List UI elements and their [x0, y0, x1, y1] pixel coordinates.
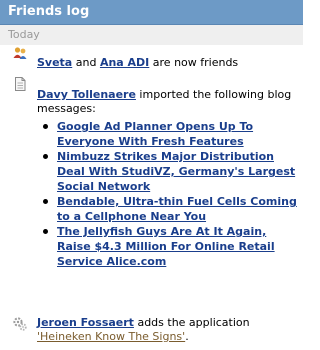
app-entry-end: .: [185, 330, 189, 343]
log-entry-friends: Sveta and Ana ADI are now friends: [0, 45, 303, 76]
app-entry-text: adds the application: [133, 316, 250, 329]
friend-entry-suffix: are now friends: [149, 56, 239, 69]
list-item: Nimbuzz Strikes Major Distribution Deal …: [43, 149, 297, 194]
log-entry-application: Jeroen Fossaert adds the application 'He…: [0, 316, 303, 344]
blog-message-link[interactable]: Nimbuzz Strikes Major Distribution Deal …: [57, 150, 295, 193]
user-link-sveta[interactable]: Sveta: [37, 56, 72, 69]
user-link-jeroen-fossaert[interactable]: Jeroen Fossaert: [37, 316, 134, 329]
list-item: The Jellyfish Guys Are At It Again, Rais…: [43, 224, 297, 269]
log-entry-blog-import: Davy Tollenaere imported the following b…: [0, 76, 303, 269]
blog-message-link[interactable]: Google Ad Planner Opens Up To Everyone W…: [57, 120, 253, 148]
blog-message-list: Google Ad Planner Opens Up To Everyone W…: [37, 119, 297, 269]
application-link[interactable]: 'Heineken Know The Signs': [37, 330, 185, 343]
blog-message-link[interactable]: The Jellyfish Guys Are At It Again, Rais…: [57, 225, 275, 268]
list-item: Google Ad Planner Opens Up To Everyone W…: [43, 119, 297, 149]
document-icon: [15, 77, 26, 91]
section-label-today: Today: [0, 25, 303, 45]
friends-log-panel: Friends log Today Sveta and Ana ADI are …: [0, 0, 303, 350]
user-link-ana-adi[interactable]: Ana ADI: [100, 56, 149, 69]
gears-icon: [13, 317, 27, 331]
friend-entry-and: and: [72, 56, 100, 69]
user-link-davy-tollenaere[interactable]: Davy Tollenaere: [37, 88, 136, 101]
friends-icon: [13, 47, 27, 59]
panel-title: Friends log: [0, 0, 303, 25]
list-item: Bendable, Ultra-thin Fuel Cells Coming t…: [43, 194, 297, 224]
blog-message-link[interactable]: Bendable, Ultra-thin Fuel Cells Coming t…: [57, 195, 297, 223]
